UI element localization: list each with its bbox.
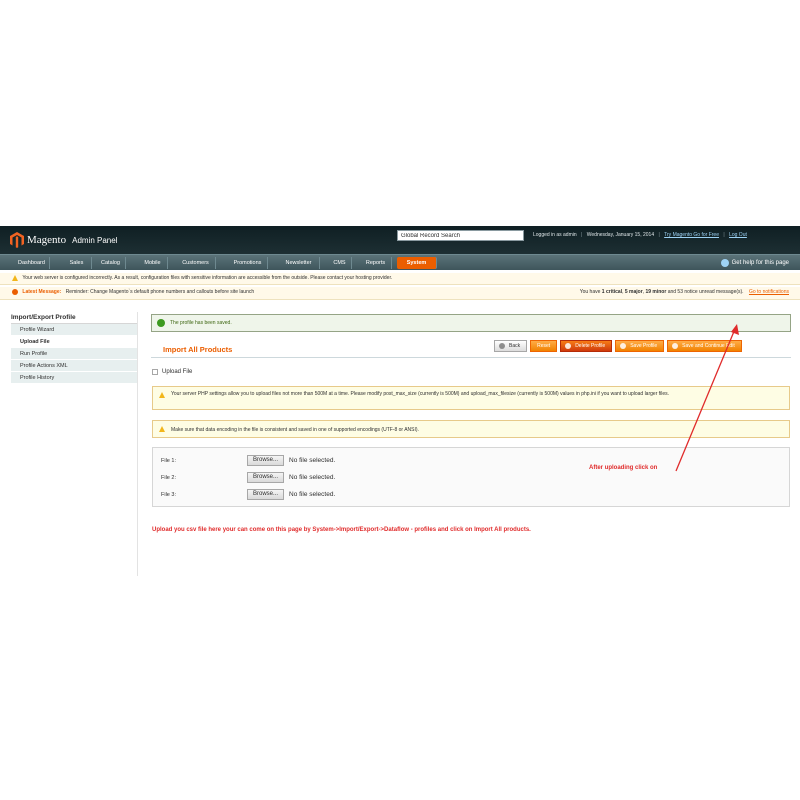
logo-text: Magento [27, 234, 67, 246]
file-status: No file selected. [289, 474, 336, 481]
logo-subtitle: Admin Panel [72, 235, 118, 245]
back-button[interactable]: Back [494, 340, 528, 352]
sidebar-divider [137, 312, 138, 576]
sidebar-title: Import/Export Profile [11, 312, 137, 324]
browse-button-file-3[interactable]: Browse... [247, 489, 285, 500]
success-text: The profile has been saved. [170, 320, 232, 326]
save-button-label: Save Profile [630, 343, 658, 349]
major-count: 5 major [624, 289, 643, 295]
section-icon [152, 369, 158, 375]
upload-limit-text: Your server PHP settings allow you to up… [171, 391, 670, 397]
count-prefix: You have [579, 289, 601, 295]
header-user-info: Logged in as admin | Wednesday, January … [533, 232, 747, 238]
back-arrow-icon [499, 343, 505, 349]
latest-message-label: Latest Message: [22, 289, 62, 295]
file-label: File 3: [161, 491, 176, 498]
delete-profile-button[interactable]: Delete Profile [560, 340, 613, 352]
warning-icon [12, 274, 18, 281]
magento-admin-window: Magento Admin Panel Logged in as admin |… [0, 226, 800, 576]
nav-sales[interactable]: Sales [62, 257, 92, 269]
current-date: Wednesday, January 15, 2014 [586, 232, 655, 238]
save-continue-icon [672, 343, 679, 349]
sidebar-item-profile-actions-xml[interactable]: Profile Actions XML [11, 360, 137, 372]
config-warning-message: Your web server is configured incorrectl… [0, 273, 800, 285]
separator: | [581, 232, 583, 238]
file-label: File 2: [161, 474, 176, 481]
title-divider [151, 357, 791, 358]
minor-count: 19 minor [645, 289, 667, 295]
magento-logo[interactable]: Magento Admin Panel [10, 232, 117, 248]
reset-button-label: Reset [537, 343, 551, 349]
try-magento-go-link[interactable]: Try Magento Go for Free [664, 232, 719, 238]
critical-icon [12, 288, 18, 295]
profile-sidebar: Import/Export Profile Profile Wizard Upl… [11, 312, 137, 384]
nav-mobile[interactable]: Mobile [138, 257, 168, 269]
file-row-3: File 3: Browse... No file selected. [161, 489, 335, 500]
go-to-notifications-link[interactable]: Go to notifications [749, 289, 789, 295]
upload-limit-notice: Your server PHP settings allow you to up… [152, 386, 790, 410]
page-title: Import All Products [163, 345, 233, 354]
sidebar-item-run-profile[interactable]: Run Profile [11, 348, 137, 360]
nav-newsletter[interactable]: Newsletter [278, 257, 320, 269]
save-icon [620, 343, 627, 349]
nav-catalog[interactable]: Catalog [96, 257, 126, 269]
save-continue-button-label: Save and Continue Edit [682, 343, 735, 349]
latest-message-text: Reminder: Change Magento`s default phone… [65, 289, 255, 295]
help-icon [720, 259, 729, 267]
file-status: No file selected. [289, 491, 336, 498]
encoding-text: Make sure that data encoding in the file… [171, 427, 419, 433]
blank-area-top [0, 0, 800, 226]
latest-message-bar: Latest Message: Reminder: Change Magento… [0, 287, 800, 300]
blank-area-bottom [0, 576, 800, 800]
nav-customers[interactable]: Customers [176, 257, 216, 269]
file-upload-box: File 1: Browse... No file selected. File… [152, 447, 790, 507]
logout-link[interactable]: Log Out [729, 232, 747, 238]
nav-cms[interactable]: CMS [328, 257, 352, 269]
back-button-label: Back [509, 343, 521, 349]
main-navigation: Dashboard Sales Catalog Mobile Customers… [0, 254, 800, 270]
nav-reports[interactable]: Reports [360, 257, 392, 269]
annotation-instructions: Upload you csv file here your can come o… [152, 527, 531, 533]
delete-button-label: Delete Profile [575, 343, 606, 349]
sidebar-item-profile-wizard[interactable]: Profile Wizard [11, 324, 137, 336]
help-link[interactable]: Get help for this page [720, 257, 789, 269]
action-buttons: Back Reset Delete Profile Save Profile S… [494, 340, 742, 352]
delete-icon [565, 343, 572, 349]
annotation-after-upload: After uploading click on [589, 465, 658, 471]
upload-file-section-heading: Upload File [152, 369, 192, 375]
notice-warning-icon [159, 426, 165, 432]
admin-header: Magento Admin Panel Logged in as admin |… [0, 226, 800, 254]
message-counts: You have 1 critical, 5 major, 19 minor a… [579, 289, 789, 295]
sidebar-item-upload-file[interactable]: Upload File [11, 336, 137, 348]
save-and-continue-button[interactable]: Save and Continue Edit [667, 340, 742, 352]
reset-button[interactable]: Reset [530, 340, 558, 352]
nav-system[interactable]: System [397, 257, 437, 269]
config-warning-text: Your web server is configured incorrectl… [22, 275, 393, 281]
notice-warning-icon [159, 392, 165, 398]
separator: | [658, 232, 660, 238]
notice-count: and 53 notice unread message(s). [667, 289, 744, 295]
global-search-input[interactable] [397, 230, 524, 241]
help-link-text: Get help for this page [731, 260, 789, 266]
success-message: The profile has been saved. [151, 314, 791, 332]
file-row-1: File 1: Browse... No file selected. [161, 455, 335, 466]
file-row-2: File 2: Browse... No file selected. [161, 472, 335, 483]
separator: | [723, 232, 725, 238]
critical-count: 1 critical [601, 289, 623, 295]
file-label: File 1: [161, 457, 176, 464]
sidebar-item-profile-history[interactable]: Profile History [11, 372, 137, 384]
magento-logo-icon [10, 232, 24, 248]
section-title: Upload File [162, 369, 193, 375]
save-profile-button[interactable]: Save Profile [615, 340, 665, 352]
browse-button-file-2[interactable]: Browse... [247, 472, 285, 483]
browse-button-file-1[interactable]: Browse... [247, 455, 285, 466]
nav-dashboard[interactable]: Dashboard [14, 257, 50, 269]
nav-promotions[interactable]: Promotions [228, 257, 268, 269]
file-status: No file selected. [289, 457, 336, 464]
encoding-notice: Make sure that data encoding in the file… [152, 420, 790, 438]
logged-in-text: Logged in as admin [533, 232, 577, 238]
success-check-icon [157, 319, 165, 327]
